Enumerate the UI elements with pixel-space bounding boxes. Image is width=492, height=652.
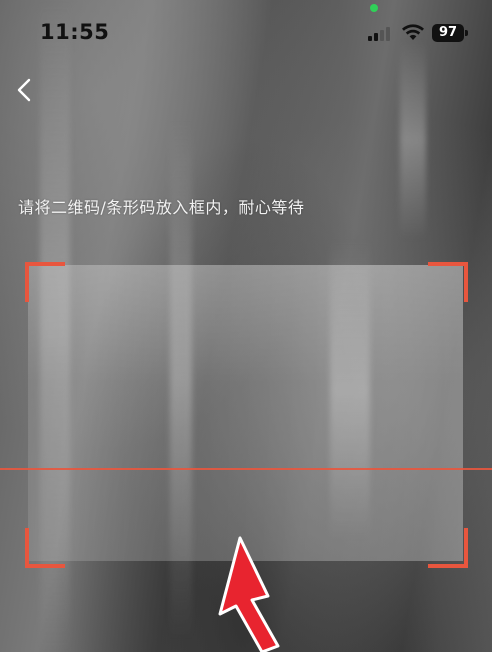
- scan-frame: [28, 265, 463, 561]
- back-button[interactable]: [8, 72, 44, 108]
- battery-icon: 97: [432, 24, 464, 42]
- chevron-left-icon: [17, 78, 31, 102]
- scan-corner-top-right: [428, 262, 468, 302]
- status-time: 11:55: [40, 20, 110, 44]
- wifi-icon: [402, 24, 424, 40]
- red-arrow-icon: [218, 536, 280, 652]
- cellular-signal-icon: [368, 25, 394, 41]
- scan-corner-bottom-left: [25, 528, 65, 568]
- scan-corner-top-left: [25, 262, 65, 302]
- status-bar: 11:55 97: [0, 0, 492, 70]
- scan-frame-overlay: [28, 265, 463, 561]
- scan-corner-bottom-right: [428, 528, 468, 568]
- scan-line: [0, 468, 492, 470]
- scanner-screen: 11:55 97 请将二维码/条形码放入框内，耐心等待: [0, 0, 492, 652]
- background-texture: [400, 40, 426, 240]
- scan-hint-text: 请将二维码/条形码放入框内，耐心等待: [18, 198, 305, 217]
- battery-tip: [465, 30, 468, 36]
- camera-in-use-dot: [370, 4, 378, 12]
